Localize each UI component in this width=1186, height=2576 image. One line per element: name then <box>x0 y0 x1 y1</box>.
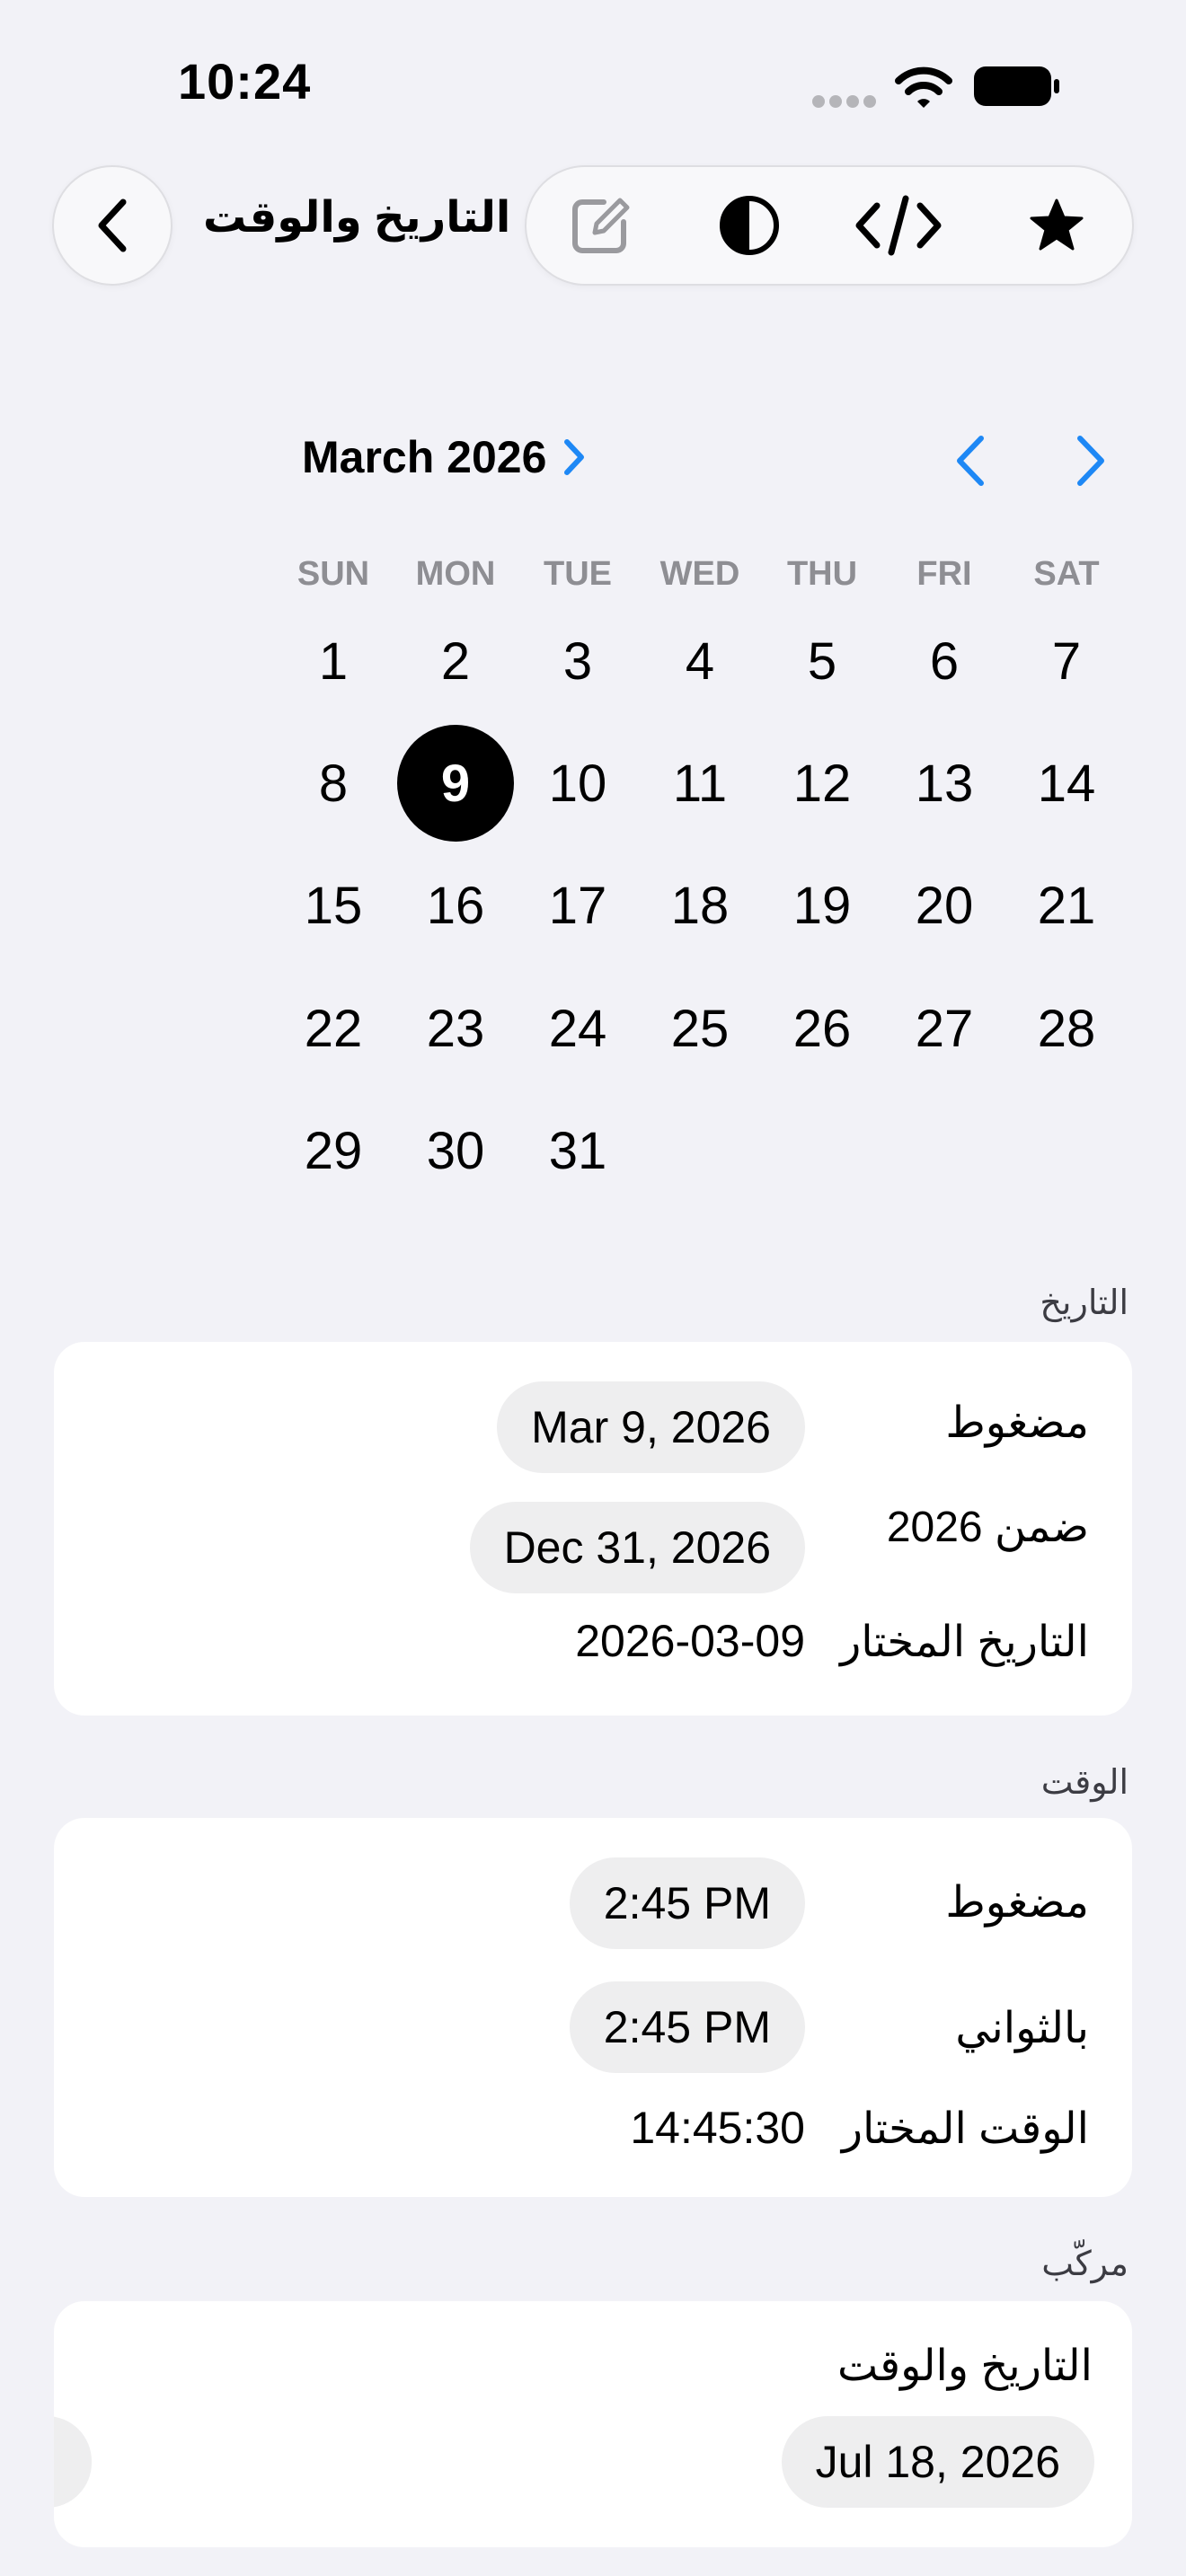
date-within-picker[interactable]: Dec 31, 2026 <box>469 1502 805 1593</box>
calendar-day[interactable]: 24 <box>519 970 636 1087</box>
toolbar <box>525 165 1134 286</box>
chevron-left-icon <box>98 198 127 252</box>
date-selected-label: التاريخ المختار <box>840 1619 1089 1666</box>
calendar-day[interactable]: 4 <box>642 603 758 719</box>
calendar-day[interactable]: 13 <box>886 725 1003 842</box>
appearance-button[interactable] <box>695 167 803 284</box>
previous-month-button[interactable] <box>934 429 1006 492</box>
weekday-wed: WED <box>659 555 740 593</box>
calendar-day[interactable]: 29 <box>275 1092 392 1209</box>
calendar-day[interactable]: 17 <box>519 847 636 964</box>
date-card: مضغوط Mar 9, 2026 ضمن 2026 Dec 31, 2026 … <box>54 1342 1132 1716</box>
chevron-right-small-icon <box>564 439 585 475</box>
calendar-day[interactable]: 26 <box>764 970 881 1087</box>
date-section-header: التاريخ <box>1040 1284 1128 1322</box>
page-title: التاريخ والوقت <box>203 194 511 242</box>
star-icon <box>1030 198 1084 251</box>
combined-time-picker[interactable] <box>54 2416 92 2508</box>
month-picker-button[interactable]: March 2026 <box>302 431 586 483</box>
calendar-day[interactable]: 25 <box>642 970 758 1087</box>
wifi-icon <box>895 66 952 108</box>
calendar-day[interactable]: 15 <box>275 847 392 964</box>
time-selected-label: الوقت المختار <box>841 2105 1089 2153</box>
date-compact-label: مضغوط <box>945 1399 1089 1447</box>
battery-icon <box>974 66 1059 106</box>
calendar-day[interactable]: 12 <box>764 725 881 842</box>
time-compact-picker[interactable]: 2:45 PM <box>569 1857 805 1949</box>
back-button[interactable] <box>52 165 173 286</box>
combined-datetime-label: التاريخ والوقت <box>837 2342 1093 2390</box>
calendar-day[interactable]: 3 <box>519 603 636 719</box>
calendar-day[interactable]: 7 <box>1008 603 1125 719</box>
date-compact-picker[interactable]: Mar 9, 2026 <box>497 1381 805 1473</box>
favorite-button[interactable] <box>1003 167 1111 284</box>
compose-icon <box>572 198 630 253</box>
calendar-day[interactable]: 2 <box>397 603 514 719</box>
date-selected-value: 2026-03-09 <box>575 1616 805 1666</box>
weekday-tue: TUE <box>544 555 612 593</box>
calendar-day[interactable]: 1 <box>275 603 392 719</box>
status-time: 10:24 <box>178 53 312 110</box>
calendar-day[interactable]: 11 <box>642 725 758 842</box>
weekday-mon: MON <box>415 555 496 593</box>
calendar-day[interactable]: 23 <box>397 970 514 1087</box>
edit-button[interactable] <box>546 167 654 284</box>
time-seconds-picker[interactable]: 2:45 PM <box>569 1981 805 2073</box>
time-selected-value: 14:45:30 <box>630 2103 805 2153</box>
calendar-day[interactable]: 21 <box>1008 847 1125 964</box>
calendar-day[interactable]: 22 <box>275 970 392 1087</box>
time-compact-label: مضغوط <box>945 1879 1089 1927</box>
selected-day-label: 9 <box>397 725 514 842</box>
chevron-right-icon <box>1077 436 1104 486</box>
calendar-day[interactable]: 5 <box>764 603 881 719</box>
contrast-icon <box>720 196 779 255</box>
calendar-day-selected[interactable]: 9 <box>397 725 514 842</box>
calendar-day[interactable]: 20 <box>886 847 1003 964</box>
weekday-thu: THU <box>786 555 858 593</box>
time-card: مضغوط 2:45 PM بالثواني 2:45 PM الوقت الم… <box>54 1818 1132 2197</box>
calendar-day[interactable]: 14 <box>1008 725 1125 842</box>
weekday-sat: SAT <box>1033 555 1100 593</box>
calendar-day[interactable]: 30 <box>397 1092 514 1209</box>
calendar-day[interactable]: 6 <box>886 603 1003 719</box>
calendar-day[interactable]: 27 <box>886 970 1003 1087</box>
calendar-day[interactable]: 18 <box>642 847 758 964</box>
next-month-button[interactable] <box>1055 429 1127 492</box>
date-within-label: ضمن 2026 <box>886 1504 1089 1551</box>
cellular-signal-icon <box>812 95 877 110</box>
source-code-button[interactable] <box>845 167 952 284</box>
calendar-day[interactable]: 16 <box>397 847 514 964</box>
combined-card: التاريخ والوقت Jul 18, 2026 <box>54 2301 1132 2547</box>
calendar-day[interactable]: 10 <box>519 725 636 842</box>
weekday-fri: FRI <box>916 555 972 593</box>
combined-section-header: مركّب <box>1041 2245 1128 2283</box>
time-section-header: الوقت <box>1040 1764 1128 1802</box>
calendar-day[interactable]: 8 <box>275 725 392 842</box>
calendar-day[interactable]: 28 <box>1008 970 1125 1087</box>
chevron-left-icon <box>957 436 984 486</box>
calendar-day[interactable]: 31 <box>519 1092 636 1209</box>
time-seconds-label: بالثواني <box>955 2005 1089 2052</box>
calendar-day[interactable]: 19 <box>764 847 881 964</box>
code-icon <box>855 195 942 256</box>
combined-date-picker[interactable]: Jul 18, 2026 <box>781 2416 1094 2508</box>
weekday-sun: SUN <box>296 555 370 593</box>
month-label: March 2026 <box>302 432 547 482</box>
